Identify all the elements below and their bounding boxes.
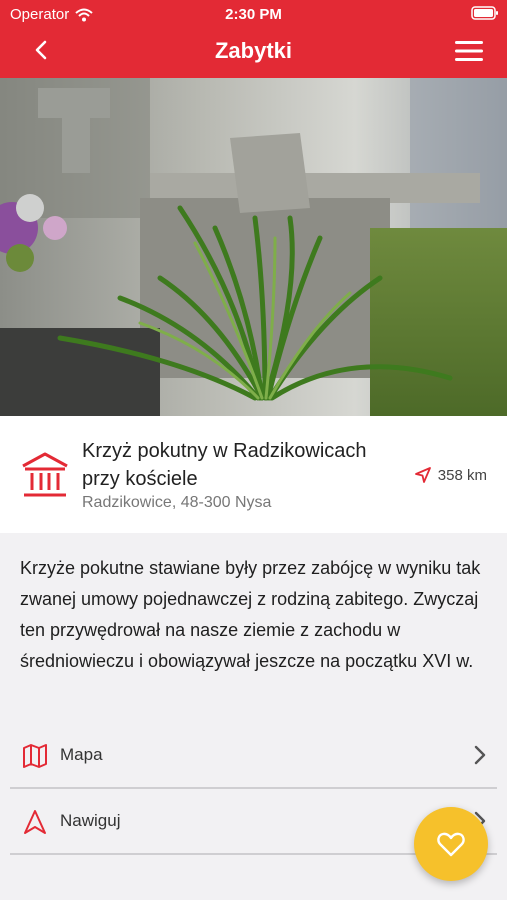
heart-icon <box>437 832 465 857</box>
distance-value: 358 km <box>437 466 487 484</box>
clock: 2:30 PM <box>225 6 282 23</box>
page-title: Zabytki <box>214 38 293 63</box>
map-icon <box>23 744 47 768</box>
app-header: Operator 2:30 PM Zabytki <box>0 0 507 78</box>
monument-info-card: Krzyż pokutny w Radzikowicach przy kości… <box>0 416 507 533</box>
map-action-row[interactable]: Mapa <box>10 723 497 789</box>
monument-building-icon <box>22 452 68 497</box>
chevron-right-icon <box>474 745 486 765</box>
monument-photo <box>0 78 507 416</box>
map-action-label: Mapa <box>60 745 103 764</box>
monument-address: Radzikowice, 48-300 Nysa <box>82 494 272 511</box>
monument-description: Krzyże pokutne stawiane były przez zabój… <box>20 558 481 671</box>
navigate-icon <box>24 810 46 834</box>
distance-indicator: 358 km <box>414 466 487 484</box>
hamburger-menu-icon[interactable] <box>455 40 483 62</box>
nav-bar: Zabytki <box>0 30 507 74</box>
favorite-button[interactable] <box>414 807 488 881</box>
photo-illustration <box>0 78 507 416</box>
location-arrow-icon <box>414 467 431 483</box>
status-bar: Operator 2:30 PM <box>0 0 507 28</box>
monument-name: Krzyż pokutny w Radzikowicach przy kości… <box>82 440 367 490</box>
battery-icon <box>471 6 498 20</box>
navigate-action-label: Nawiguj <box>60 811 121 830</box>
